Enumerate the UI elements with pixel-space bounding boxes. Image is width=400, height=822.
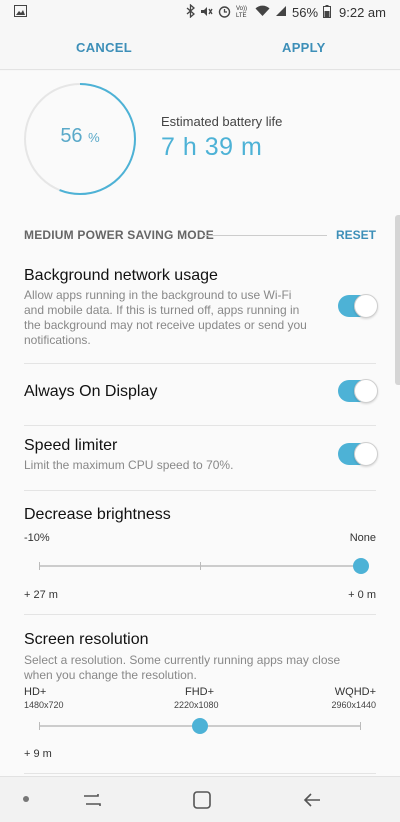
resolution-option-name: HD+: [24, 686, 47, 698]
battery-percent: 56%: [291, 5, 319, 20]
status-bar: Vo)) LTE 56% 9:22 am: [0, 0, 400, 24]
brightness-right-time: + 0 m: [348, 589, 376, 601]
mode-title: MEDIUM POWER SAVING MODE: [24, 228, 214, 242]
setting-title-speed-limiter: Speed limiter: [24, 437, 118, 454]
battery-percentage: 56 %: [24, 125, 136, 148]
slider-tick: [39, 562, 40, 570]
divider: [24, 614, 376, 615]
resolution-option-size: 2220x1080: [174, 700, 219, 710]
nav-dot[interactable]: [23, 796, 29, 802]
resolution-option-size: 1480x720: [24, 700, 64, 710]
action-bar: CANCEL APPLY: [0, 24, 400, 70]
image-icon: [14, 5, 27, 20]
section-divider: [203, 235, 327, 236]
always-on-display-toggle[interactable]: [338, 379, 378, 403]
settings-content[interactable]: 56 % Estimated battery life 7 h 39 m MED…: [0, 71, 400, 776]
reset-button[interactable]: RESET: [336, 228, 376, 242]
toggle-knob: [354, 294, 378, 318]
apply-button[interactable]: APPLY: [282, 40, 326, 55]
toggle-knob: [354, 379, 378, 403]
resolution-desc: Select a resolution. Some currently runn…: [24, 653, 341, 682]
clock: 9:22 am: [339, 5, 386, 20]
estimated-life-value: 7 h 39 m: [161, 133, 263, 161]
resolution-option-size: 2960x1440: [331, 700, 376, 710]
edge-panel-handle[interactable]: [395, 215, 400, 385]
battery-percent-value: 56: [60, 125, 83, 147]
signal-icon: [275, 5, 287, 20]
alarm-icon: [218, 5, 231, 21]
bluetooth-icon: [186, 3, 195, 21]
divider: [24, 773, 376, 774]
cancel-button[interactable]: CANCEL: [76, 40, 132, 55]
setting-desc-background-network: Allow apps running in the background to …: [24, 288, 307, 347]
resolution-option-name: WQHD+: [334, 686, 376, 698]
brightness-right-label: None: [349, 532, 376, 544]
setting-desc-speed-limiter: Limit the maximum CPU speed to 70%.: [24, 458, 234, 472]
brightness-left-label: -10%: [24, 532, 50, 544]
divider: [24, 363, 376, 364]
back-icon[interactable]: [300, 788, 324, 812]
mute-icon: [200, 5, 213, 21]
toggle-knob: [354, 442, 378, 466]
slider-tick: [360, 722, 361, 730]
background-network-toggle[interactable]: [338, 294, 378, 318]
resolution-thumb[interactable]: [192, 718, 208, 734]
estimated-life-label: Estimated battery life: [161, 114, 283, 129]
divider: [24, 425, 376, 426]
resolution-option-name: FHD+: [185, 686, 215, 698]
setting-title-background-network: Background network usage: [24, 267, 218, 284]
percent-sign: %: [88, 130, 100, 145]
battery-icon: [323, 4, 332, 21]
slider-tick: [39, 722, 40, 730]
setting-title-always-on-display: Always On Display: [24, 383, 158, 400]
wifi-icon: [255, 5, 270, 20]
resolution-time: + 9 m: [24, 748, 52, 760]
home-icon[interactable]: [190, 788, 214, 812]
volte-icon: Vo)) LTE: [235, 5, 247, 19]
divider: [24, 490, 376, 491]
recent-apps-icon[interactable]: [80, 788, 104, 812]
resolution-title: Screen resolution: [24, 631, 149, 648]
brightness-thumb[interactable]: [353, 558, 369, 574]
speed-limiter-toggle[interactable]: [338, 442, 378, 466]
navigation-bar: [0, 776, 400, 822]
slider-tick: [200, 562, 201, 570]
brightness-left-time: + 27 m: [24, 589, 58, 601]
brightness-title: Decrease brightness: [24, 506, 171, 523]
